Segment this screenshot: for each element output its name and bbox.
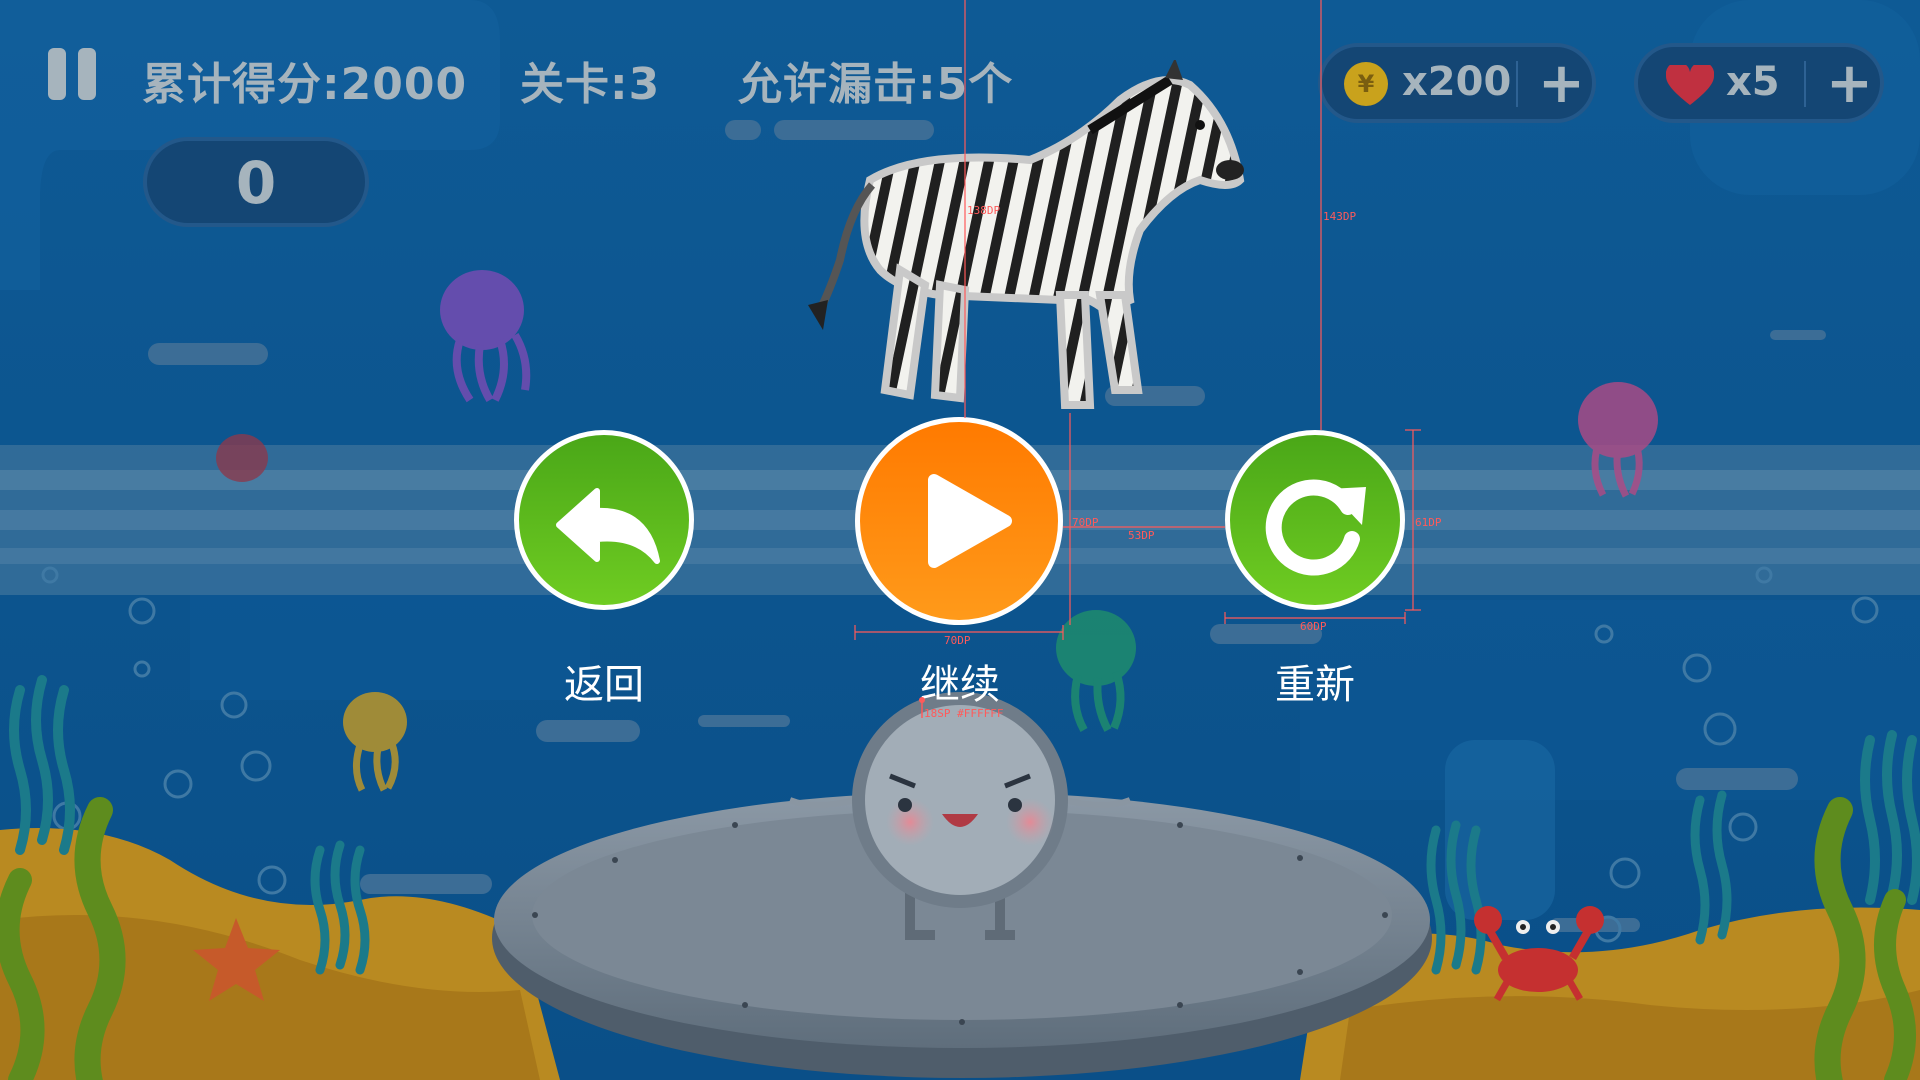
zebra-image (808, 60, 1245, 409)
dimension-label: 70DP (1072, 516, 1099, 529)
current-score-value: 0 (235, 149, 277, 217)
coin-icon: ¥ (1344, 62, 1388, 106)
level-label: 关卡:3 (520, 59, 661, 110)
dimension-label: 143DP (1323, 210, 1357, 223)
dimension-label: 18SP #FFFFFF (924, 707, 1004, 720)
play-icon (928, 474, 1012, 568)
divider (1804, 61, 1806, 107)
dimension-label: 138DP (967, 204, 1001, 217)
pause-icon (48, 48, 104, 104)
total-score-label: 累计得分:2000 (142, 59, 468, 110)
continue-label: 继续 (920, 662, 1000, 708)
plus-icon: + (1538, 51, 1585, 116)
continue-button[interactable] (855, 417, 1063, 625)
coin-counter: ¥ x200 + (1318, 43, 1596, 123)
dimension-label: 61DP (1415, 516, 1442, 529)
dimension-label: 53DP (1128, 529, 1155, 542)
divider (1516, 61, 1518, 107)
plus-icon: + (1826, 51, 1873, 116)
restart-label: 重新 (1275, 662, 1355, 708)
dimension-label: 70DP (944, 634, 971, 647)
heart-icon (1665, 61, 1715, 111)
add-lives-button[interactable]: + (1818, 49, 1874, 119)
add-coins-button[interactable]: + (1530, 49, 1586, 119)
back-label: 返回 (564, 662, 644, 708)
lives-counter: x5 + (1634, 43, 1884, 123)
restart-button[interactable] (1225, 430, 1405, 610)
dimension-label: 60DP (1300, 620, 1327, 633)
pause-button[interactable] (48, 48, 104, 104)
lives-value: x5 (1726, 59, 1780, 105)
current-score-display: 0 (143, 137, 369, 227)
restart-icon (1265, 479, 1366, 576)
back-button[interactable] (514, 430, 694, 610)
coin-value: x200 (1402, 59, 1512, 105)
back-arrow-icon (556, 488, 660, 564)
